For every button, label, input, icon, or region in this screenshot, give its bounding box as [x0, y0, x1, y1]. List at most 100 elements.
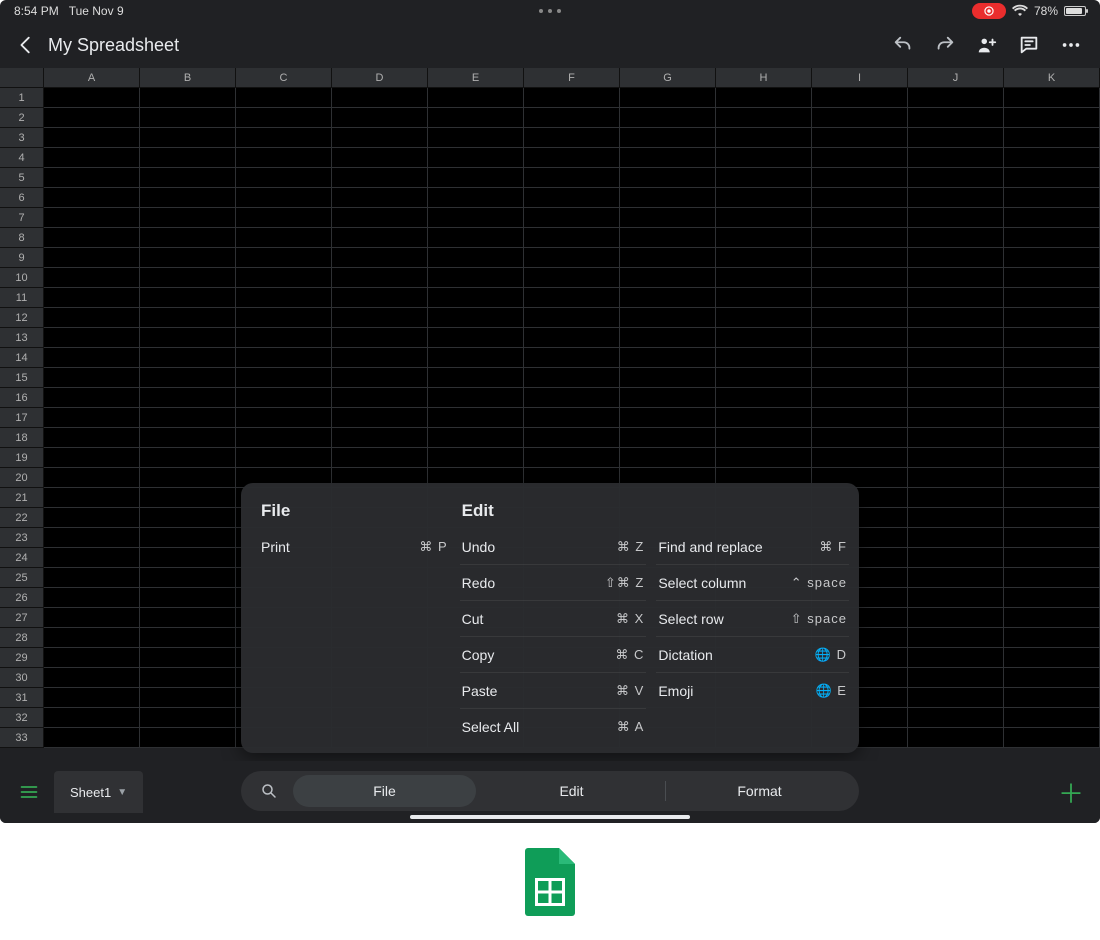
cell[interactable] [620, 128, 716, 148]
cell[interactable] [1004, 88, 1100, 108]
cell[interactable] [812, 348, 908, 368]
cell[interactable] [716, 108, 812, 128]
cell[interactable] [1004, 188, 1100, 208]
row-header[interactable]: 8 [0, 228, 44, 248]
cell[interactable] [908, 628, 1004, 648]
cell[interactable] [140, 728, 236, 748]
cell[interactable] [1004, 468, 1100, 488]
cell[interactable] [716, 428, 812, 448]
cell[interactable] [812, 228, 908, 248]
cell[interactable] [44, 708, 140, 728]
cell[interactable] [1004, 308, 1100, 328]
cell[interactable] [428, 408, 524, 428]
column-header[interactable]: A [44, 68, 140, 87]
cell[interactable] [908, 508, 1004, 528]
document-title[interactable]: My Spreadsheet [48, 35, 179, 56]
cell[interactable] [140, 468, 236, 488]
cell[interactable] [236, 388, 332, 408]
cell[interactable] [44, 208, 140, 228]
cell[interactable] [524, 148, 620, 168]
cell[interactable] [44, 388, 140, 408]
cell[interactable] [428, 128, 524, 148]
cell[interactable] [716, 248, 812, 268]
cell[interactable] [908, 528, 1004, 548]
row-header[interactable]: 16 [0, 388, 44, 408]
cell[interactable] [44, 368, 140, 388]
cell[interactable] [332, 288, 428, 308]
cell[interactable] [812, 328, 908, 348]
cell[interactable] [140, 248, 236, 268]
cell[interactable] [1004, 168, 1100, 188]
shortcut-item-cut[interactable]: Cut⌘ X [460, 601, 647, 637]
cell[interactable] [812, 148, 908, 168]
cell[interactable] [1004, 388, 1100, 408]
row-header[interactable]: 27 [0, 608, 44, 628]
cell[interactable] [716, 408, 812, 428]
cell[interactable] [908, 468, 1004, 488]
cell[interactable] [140, 208, 236, 228]
cell[interactable] [812, 428, 908, 448]
shortcut-item-emoji[interactable]: Emoji🌐 E [656, 673, 849, 709]
cell[interactable] [524, 288, 620, 308]
cell[interactable] [140, 188, 236, 208]
row-header[interactable]: 25 [0, 568, 44, 588]
cell[interactable] [140, 268, 236, 288]
row-header[interactable]: 12 [0, 308, 44, 328]
shortcut-item-find-replace[interactable]: Find and replace⌘ F [656, 529, 849, 565]
cell[interactable] [812, 168, 908, 188]
cell[interactable] [812, 368, 908, 388]
cell[interactable] [428, 368, 524, 388]
cell[interactable] [44, 488, 140, 508]
cell[interactable] [524, 328, 620, 348]
cell[interactable] [44, 288, 140, 308]
cell[interactable] [332, 208, 428, 228]
cell[interactable] [1004, 348, 1100, 368]
cell[interactable] [812, 388, 908, 408]
cell[interactable] [44, 328, 140, 348]
cell[interactable] [44, 408, 140, 428]
cell[interactable] [908, 408, 1004, 428]
cell[interactable] [140, 628, 236, 648]
cell[interactable] [140, 348, 236, 368]
cell[interactable] [44, 348, 140, 368]
cell[interactable] [44, 268, 140, 288]
comments-button[interactable] [1010, 26, 1048, 64]
cell[interactable] [716, 168, 812, 188]
cell[interactable] [716, 288, 812, 308]
row-header[interactable]: 13 [0, 328, 44, 348]
cell[interactable] [908, 288, 1004, 308]
cell[interactable] [908, 168, 1004, 188]
shortcut-item-select-all[interactable]: Select All⌘ A [460, 709, 647, 745]
cell[interactable] [908, 548, 1004, 568]
shortcut-item-dictation[interactable]: Dictation🌐 D [656, 637, 849, 673]
cell[interactable] [1004, 528, 1100, 548]
cell[interactable] [44, 668, 140, 688]
cell[interactable] [44, 228, 140, 248]
cell[interactable] [716, 208, 812, 228]
cell[interactable] [428, 248, 524, 268]
cell[interactable] [1004, 508, 1100, 528]
toolbar-tab-format[interactable]: Format [668, 775, 851, 807]
cell[interactable] [1004, 588, 1100, 608]
cell[interactable] [236, 428, 332, 448]
row-header[interactable]: 19 [0, 448, 44, 468]
cell[interactable] [1004, 148, 1100, 168]
cell[interactable] [332, 448, 428, 468]
cell[interactable] [812, 248, 908, 268]
cell[interactable] [236, 408, 332, 428]
cell[interactable] [908, 268, 1004, 288]
cell[interactable] [620, 188, 716, 208]
cell[interactable] [908, 688, 1004, 708]
cell[interactable] [620, 308, 716, 328]
cell[interactable] [332, 428, 428, 448]
cell[interactable] [428, 148, 524, 168]
cell[interactable] [1004, 268, 1100, 288]
row-header[interactable]: 23 [0, 528, 44, 548]
row-header[interactable]: 24 [0, 548, 44, 568]
column-header[interactable]: K [1004, 68, 1100, 87]
cell[interactable] [716, 328, 812, 348]
shortcut-item-select-row[interactable]: Select row⇧ space [656, 601, 849, 637]
cell[interactable] [1004, 628, 1100, 648]
cell[interactable] [428, 168, 524, 188]
cell[interactable] [908, 148, 1004, 168]
